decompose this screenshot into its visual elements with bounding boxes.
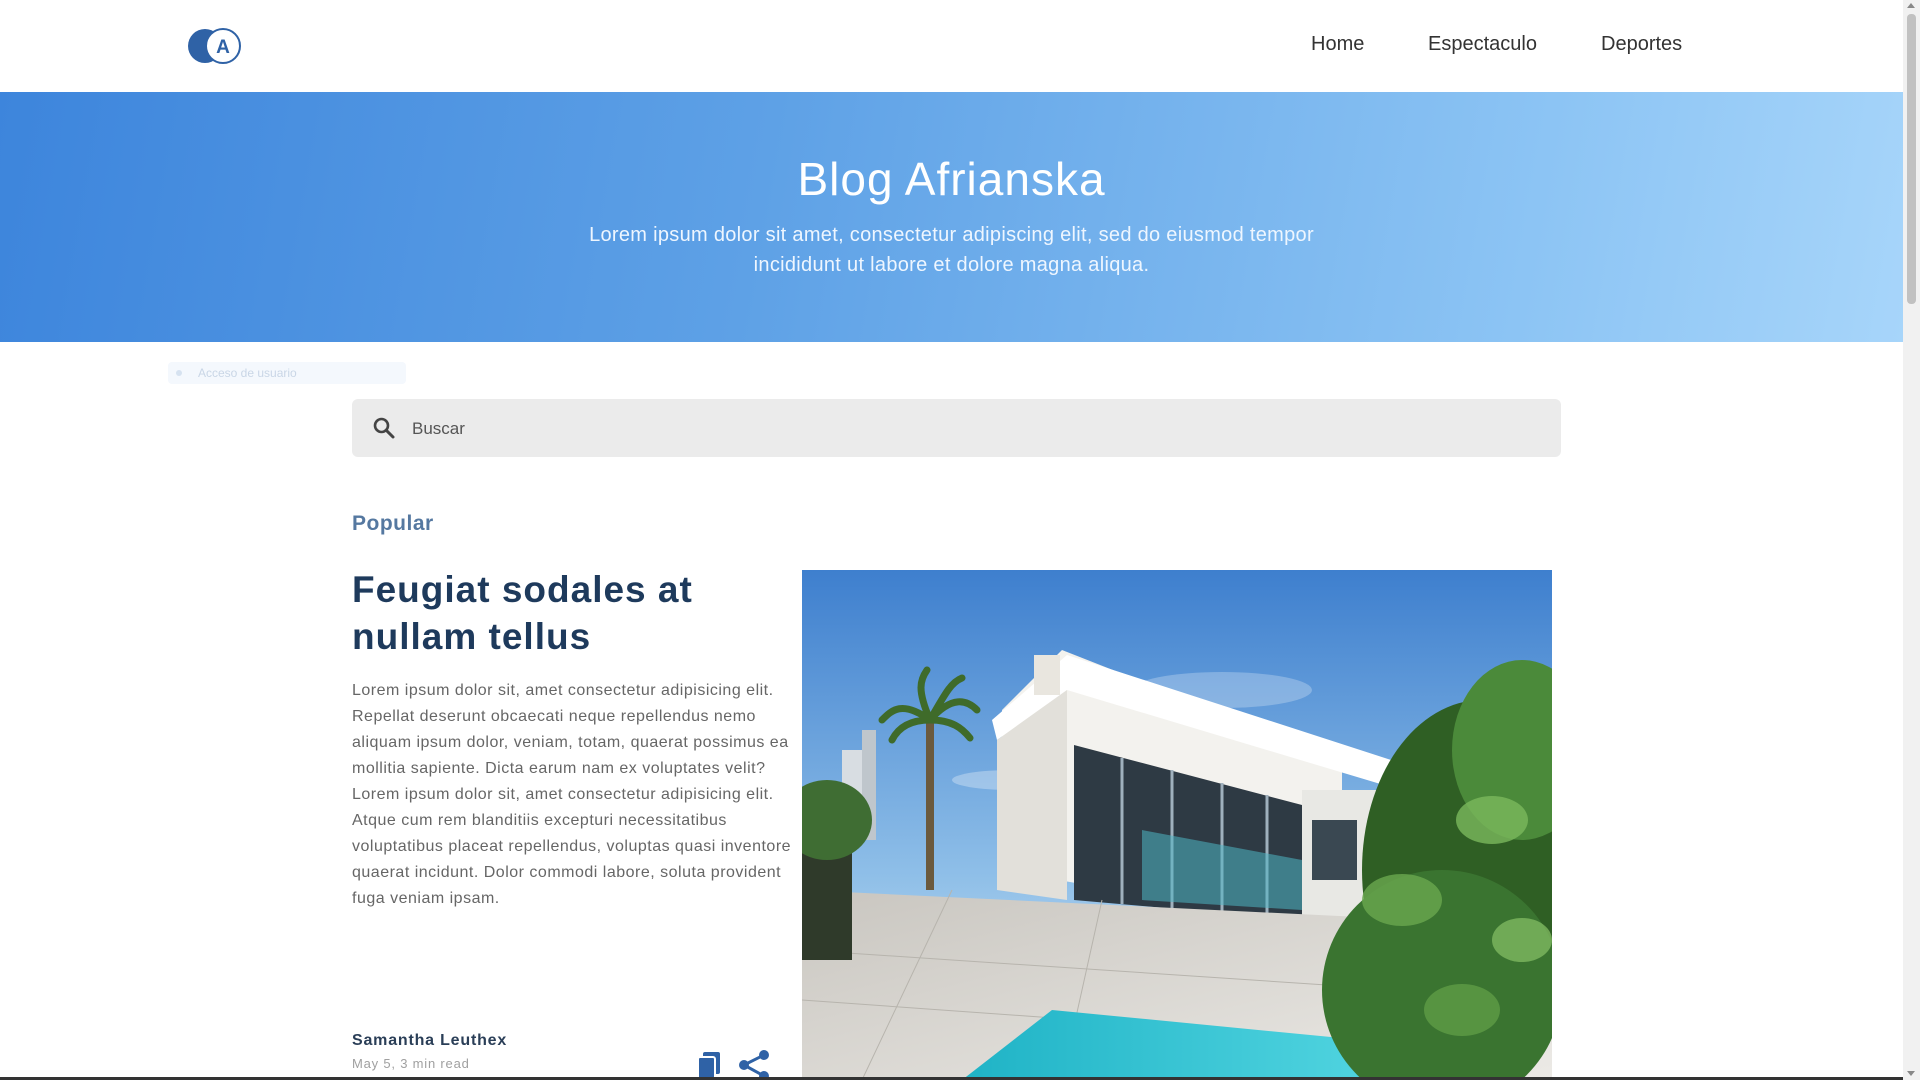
hero-banner: Blog Afrianska Lorem ipsum dolor sit ame…	[0, 92, 1903, 342]
post-meta: May 5, 3 min read	[352, 1056, 470, 1071]
nav-home[interactable]: Home	[1311, 33, 1364, 56]
post-author: Samantha Leuthex	[352, 1032, 508, 1049]
search-bar[interactable]	[352, 399, 1561, 459]
share-icon[interactable]	[737, 1048, 771, 1080]
hint-text: Acceso de usuario	[198, 366, 297, 380]
scroll-thumb[interactable]	[1907, 14, 1916, 304]
scroll-down-icon[interactable]	[1907, 1071, 1915, 1076]
user-access-hint[interactable]: Acceso de usuario	[168, 362, 406, 384]
logo-icon[interactable]: A	[188, 28, 242, 64]
hint-dot-icon	[176, 370, 182, 376]
site-header: A Home Espectaculo Deportes	[0, 0, 1903, 92]
hero-subtitle: Lorem ipsum dolor sit amet, consectetur …	[589, 224, 1314, 276]
section-label-popular: Popular	[352, 512, 434, 535]
search-icon[interactable]	[372, 416, 396, 440]
search-input[interactable]	[410, 399, 1544, 459]
bookmark-icon[interactable]	[694, 1050, 724, 1080]
scroll-up-icon[interactable]	[1907, 3, 1915, 8]
nav-espectaculo[interactable]: Espectaculo	[1428, 33, 1537, 56]
hero-title: Blog Afrianska	[797, 153, 1106, 205]
post-title[interactable]: Feugiat sodales at nullam tellus	[352, 566, 792, 660]
post-excerpt: Lorem ipsum dolor sit, amet consectetur …	[352, 682, 792, 907]
logo-letter: A	[216, 37, 230, 58]
nav-deportes[interactable]: Deportes	[1601, 33, 1682, 56]
post-image[interactable]	[802, 570, 1552, 1080]
vertical-scrollbar[interactable]	[1903, 0, 1920, 1080]
